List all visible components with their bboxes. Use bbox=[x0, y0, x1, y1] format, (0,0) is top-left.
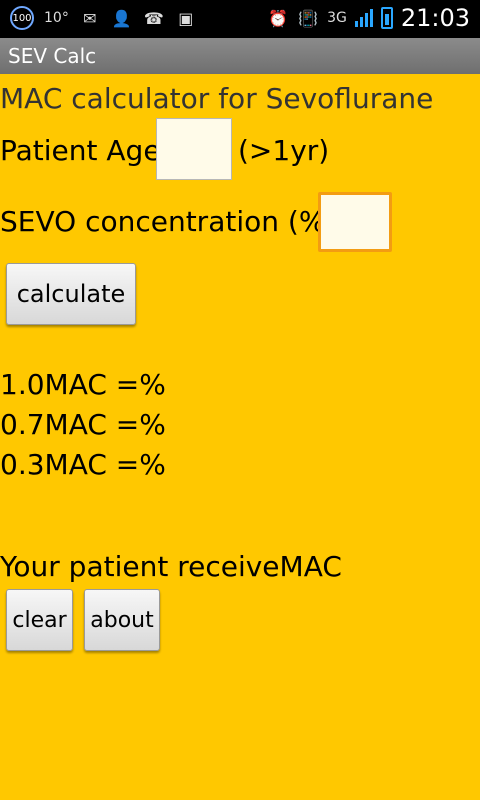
age-hint: (>1yr) bbox=[238, 134, 330, 167]
signal-bar-3 bbox=[364, 13, 368, 27]
age-label: Patient Age bbox=[0, 134, 161, 167]
badge-text: 100 bbox=[12, 12, 32, 24]
about-button-label: about bbox=[90, 607, 154, 633]
clear-button[interactable]: clear bbox=[6, 589, 73, 651]
calculate-button-label: calculate bbox=[16, 280, 126, 308]
network-label: 3G bbox=[327, 10, 347, 26]
sevo-concentration-input[interactable] bbox=[318, 192, 392, 252]
result-0-3-mac: 0.3MAC =% bbox=[0, 448, 166, 481]
status-bar: 100 10° ✉ 👤 ☎ ▣ ⏰ 📳 3G 21:03 bbox=[0, 0, 480, 38]
app-title-bar: SEV Calc bbox=[0, 38, 480, 74]
mail-icon: ✉ bbox=[83, 8, 97, 28]
calculate-button[interactable]: calculate bbox=[6, 263, 136, 325]
result-0-7-mac: 0.7MAC =% bbox=[0, 408, 166, 441]
battery-icon bbox=[380, 7, 393, 29]
hundred-badge-icon: 100 bbox=[10, 6, 34, 30]
sd-card-icon: ▣ bbox=[178, 8, 194, 28]
patient-receive-text: Your patient receiveMAC bbox=[0, 550, 342, 583]
about-button[interactable]: about bbox=[84, 589, 160, 651]
signal-bar-2 bbox=[359, 17, 363, 27]
sevo-concentration-label: SEVO concentration (%) bbox=[0, 205, 337, 238]
clock-time: 21:03 bbox=[400, 4, 470, 32]
status-left: 100 10° ✉ 👤 ☎ ▣ bbox=[10, 6, 197, 30]
signal-bar-1 bbox=[354, 21, 358, 27]
temperature-text: 10° bbox=[44, 10, 69, 26]
alarm-icon: ⏰ bbox=[268, 8, 289, 28]
app-title: SEV Calc bbox=[8, 44, 97, 68]
contact-add-icon: 👤 bbox=[111, 8, 132, 28]
phone-icon: ☎ bbox=[143, 8, 164, 28]
vibrate-icon: 📳 bbox=[298, 8, 319, 28]
page-heading: MAC calculator for Sevoflurane bbox=[0, 82, 434, 115]
signal-bar-4 bbox=[369, 9, 373, 27]
clear-button-label: clear bbox=[12, 607, 67, 633]
status-right: ⏰ 📳 3G 21:03 bbox=[267, 4, 470, 32]
age-input[interactable] bbox=[156, 118, 232, 180]
result-1-0-mac: 1.0MAC =% bbox=[0, 368, 166, 401]
signal-bars-icon bbox=[354, 9, 373, 27]
